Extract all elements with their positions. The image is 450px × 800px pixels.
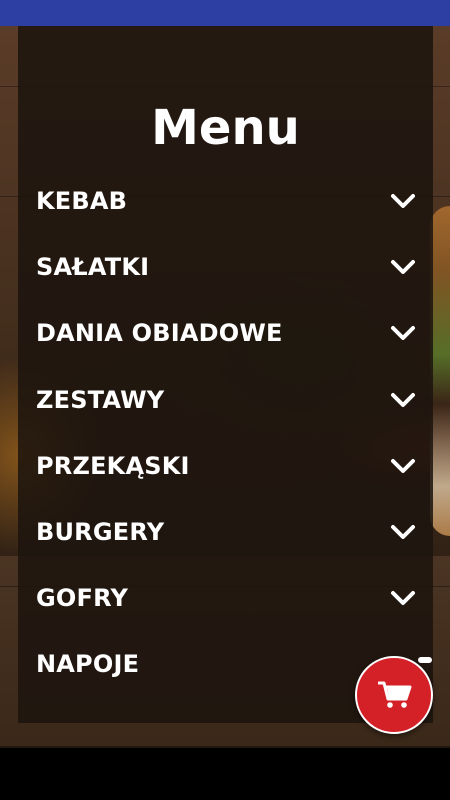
chevron-down-icon[interactable] [390,323,416,343]
status-bar [0,0,450,26]
menu-category-zestawy[interactable]: ZESTAWY [18,367,433,433]
menu-category-gofry[interactable]: GOFRY [18,565,433,631]
menu-category-label: KEBAB [36,187,128,215]
navigation-bar [0,748,450,800]
menu-category-przekaski[interactable]: PRZEKĄSKI [18,433,433,499]
chevron-down-icon[interactable] [418,657,432,663]
menu-category-label: BURGERY [36,517,165,546]
menu-category-label: PRZEKĄSKI [36,451,190,480]
menu-category-kebab[interactable]: KEBAB [18,168,433,234]
menu-category-label: GOFRY [36,584,129,613]
menu-category-label: SAŁATKI [36,253,150,282]
menu-category-label: NAPOJE [36,650,140,679]
menu-category-dania-obiadowe[interactable]: DANIA OBIADOWE [18,300,433,366]
chevron-down-icon[interactable] [390,390,416,410]
menu-category-salatki[interactable]: SAŁATKI [18,234,433,300]
chevron-down-icon[interactable] [390,588,416,608]
chevron-down-icon[interactable] [390,456,416,476]
burger-image [430,206,450,536]
chevron-down-icon[interactable] [390,522,416,542]
menu-category-label: ZESTAWY [36,385,165,414]
menu-category-burgery[interactable]: BURGERY [18,499,433,565]
cart-button[interactable] [355,656,433,734]
menu-category-label: DANIA OBIADOWE [36,319,283,348]
shopping-cart-icon [378,681,412,708]
menu-category-list: KEBAB SAŁATKI DANIA OBIADOWE ZESTAWY PRZ… [18,168,433,698]
menu-panel: Menu KEBAB SAŁATKI DANIA OBIADOWE ZESTAW… [18,26,433,723]
chevron-down-icon[interactable] [390,191,416,211]
chevron-down-icon[interactable] [390,257,416,277]
page-title: Menu [151,100,300,156]
